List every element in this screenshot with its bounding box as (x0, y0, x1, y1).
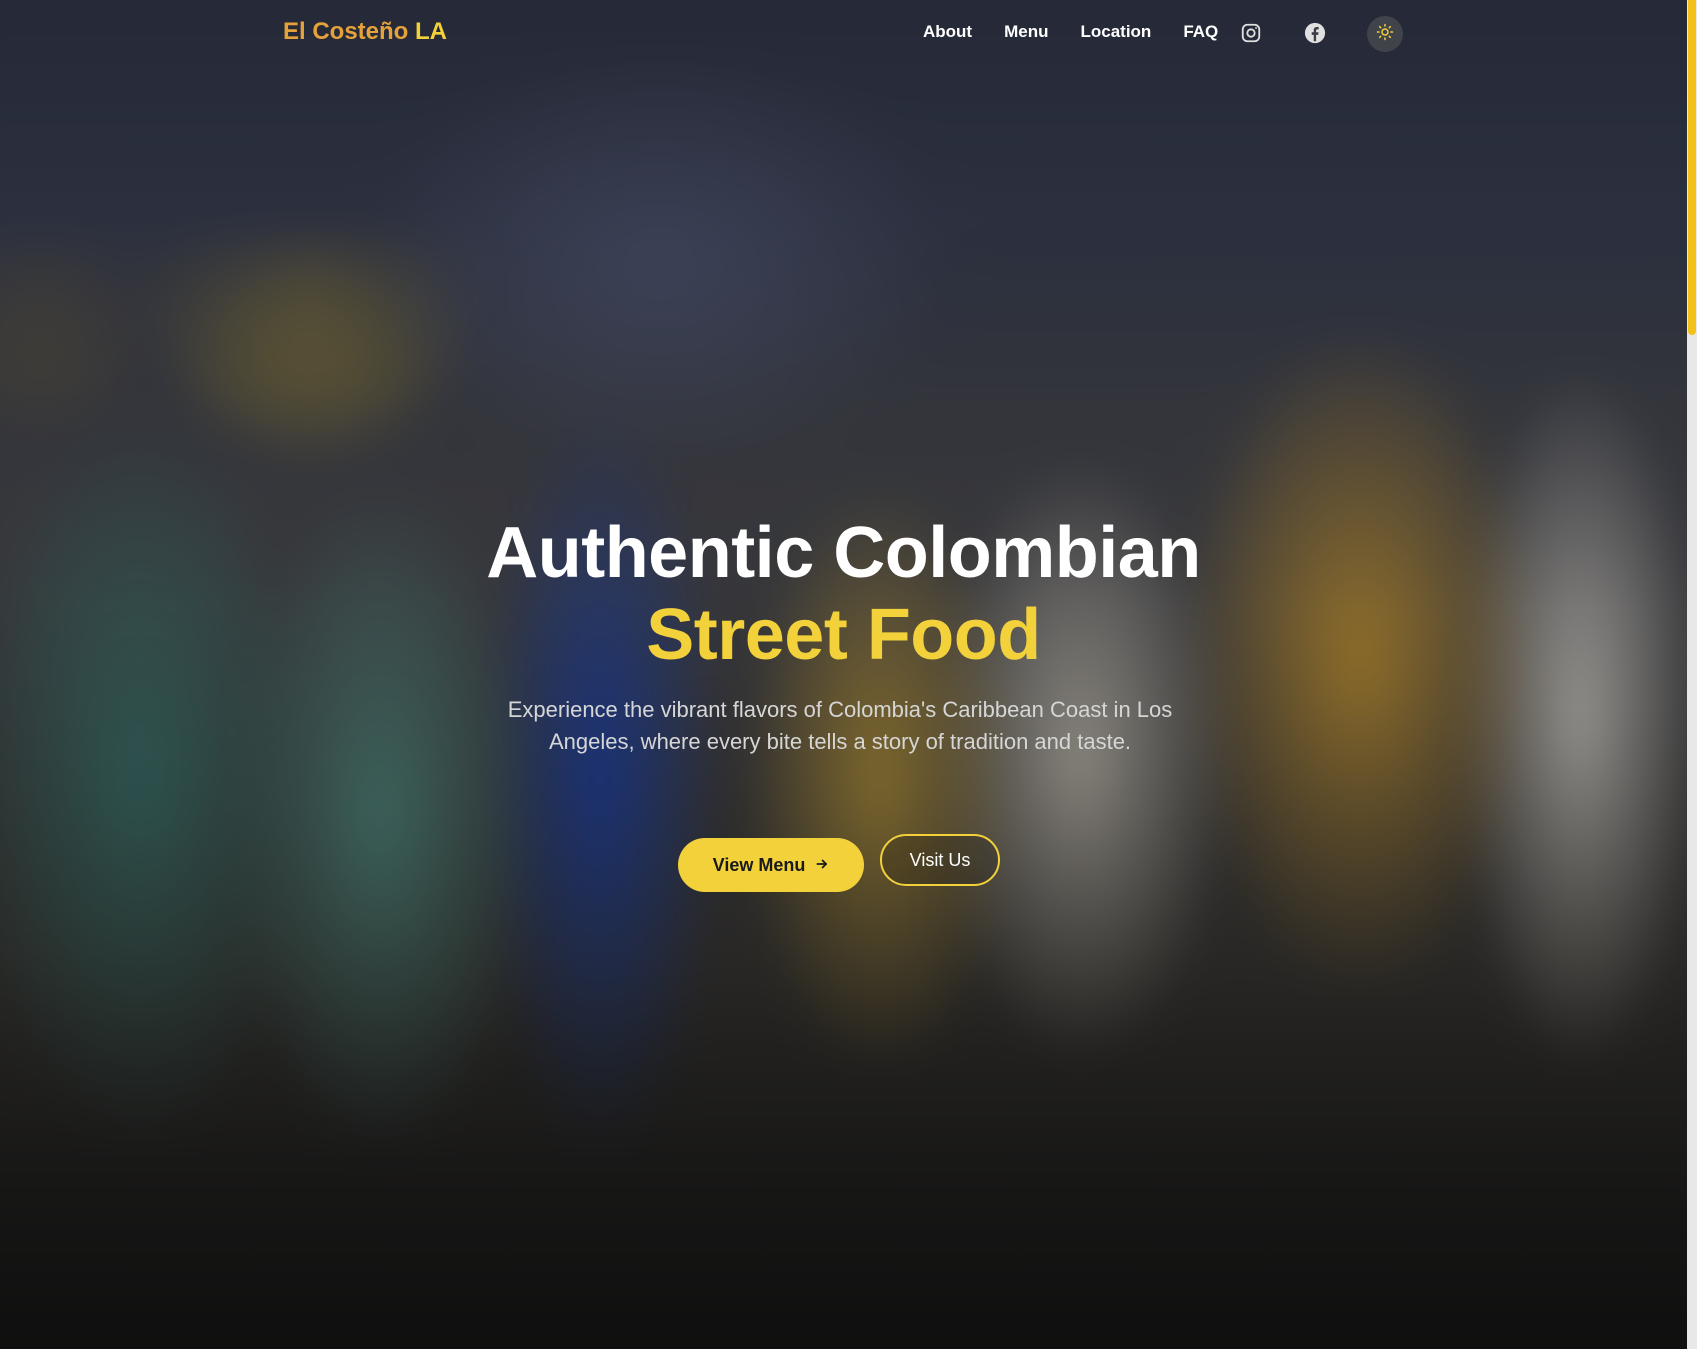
facebook-icon[interactable] (1302, 20, 1328, 46)
landing-page: El Costeño LA About Menu Location FAQ Au… (0, 0, 1697, 1349)
view-menu-label: View Menu (712, 854, 806, 875)
view-menu-button[interactable]: View Menu (678, 838, 864, 892)
nav-link-about[interactable]: About (923, 22, 972, 42)
arrow-right-icon (815, 855, 829, 876)
theme-toggle-button[interactable] (1367, 16, 1403, 52)
nav-links: About Menu Location FAQ (923, 22, 1218, 42)
page-scrollbar[interactable] (1687, 0, 1697, 1349)
sun-icon (1376, 23, 1394, 45)
hero-title: Authentic Colombian Street Food (0, 512, 1687, 676)
hero-title-line-2: Street Food (646, 595, 1041, 675)
brand-suffix: LA (415, 18, 448, 45)
instagram-icon[interactable] (1238, 20, 1264, 46)
nav-link-menu[interactable]: Menu (1004, 22, 1048, 42)
nav-link-faq[interactable]: FAQ (1183, 22, 1218, 42)
brand-name: El Costeño (283, 18, 409, 45)
brand-logo[interactable]: El Costeño LA (283, 18, 447, 46)
nav-link-location[interactable]: Location (1080, 22, 1151, 42)
top-navigation: El Costeño LA About Menu Location FAQ (0, 0, 1697, 70)
hero-subtitle: Experience the vibrant flavors of Colomb… (507, 697, 1173, 754)
visit-us-button[interactable]: Visit Us (880, 834, 1000, 886)
scrollbar-thumb[interactable] (1688, 0, 1696, 335)
hero-title-line-1: Authentic Colombian (486, 513, 1201, 593)
